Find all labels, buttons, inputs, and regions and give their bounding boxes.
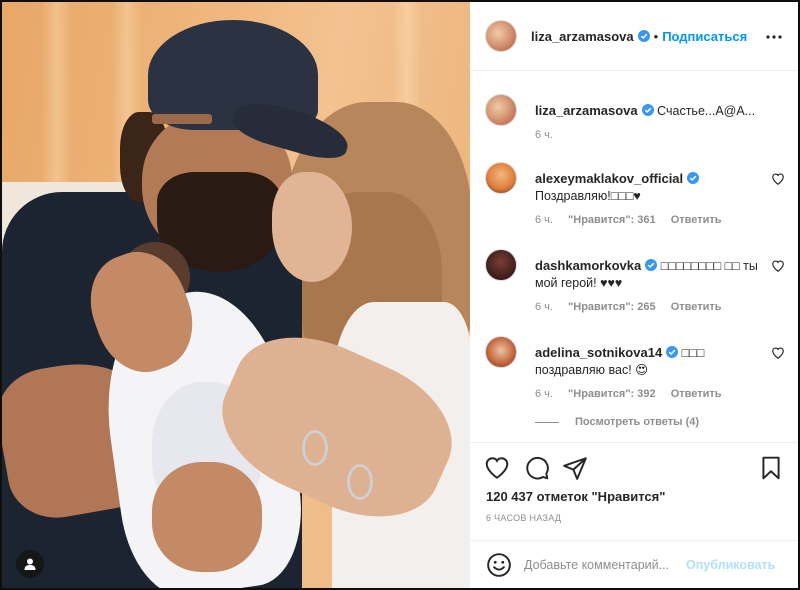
post-side-panel: liza_arzamasova • Подписаться liza_arzam… [470, 2, 798, 588]
comment-item: alexeymaklakov_official Поздравляю!□□□♥ … [485, 162, 785, 232]
add-comment-bar: Опубликовать [470, 540, 798, 588]
replies-divider [535, 421, 559, 423]
comment-time: 6 ч. [535, 388, 553, 400]
comment-input[interactable] [524, 557, 682, 572]
post-timestamp[interactable]: 6 ЧАСОВ НАЗАД [486, 513, 561, 523]
photo-bracelet [347, 464, 373, 500]
publish-button[interactable]: Опубликовать [686, 558, 775, 572]
curtain-fold [42, 2, 72, 202]
tagged-users-button[interactable] [16, 550, 44, 578]
comment-time: 6 ч. [535, 301, 553, 313]
caption-username[interactable]: liza_arzamasova [535, 103, 638, 118]
comment-body: Поздравляю!□□□♥ [535, 189, 641, 203]
user-tag-icon [24, 558, 36, 570]
author-avatar[interactable] [485, 94, 517, 126]
comment-likes[interactable]: "Нравится": 361 [568, 214, 656, 226]
comment-icon[interactable] [524, 455, 550, 481]
author-username[interactable]: liza_arzamasova [531, 29, 634, 44]
commenter-username[interactable]: alexeymaklakov_official [535, 171, 683, 186]
post-caption: liza_arzamasova Счастье...A@A... 6 ч. [485, 94, 785, 154]
photo-bracelet [302, 430, 328, 466]
photo-cap-strap [152, 114, 212, 124]
view-replies-button[interactable]: Посмотреть ответы (4) [535, 416, 699, 428]
comment-heart-icon[interactable] [771, 346, 785, 360]
paper-plane-icon[interactable] [562, 455, 588, 481]
bookmark-icon[interactable] [758, 455, 784, 481]
commenter-avatar[interactable] [485, 336, 517, 368]
emoji-icon[interactable] [486, 552, 512, 578]
post-modal: liza_arzamasova • Подписаться liza_arzam… [0, 0, 800, 590]
comment-heart-icon[interactable] [771, 259, 785, 273]
post-actions: 120 437 отметок "Нравится" 6 ЧАСОВ НАЗАД [470, 442, 798, 540]
photo-woman-face [272, 172, 352, 282]
author-avatar[interactable] [485, 20, 517, 52]
likes-count[interactable]: 120 437 отметок "Нравится" [486, 489, 665, 504]
more-options-button[interactable] [762, 25, 786, 49]
caption-time: 6 ч. [535, 129, 553, 141]
reply-button[interactable]: Ответить [671, 301, 722, 313]
post-header: liza_arzamasova • Подписаться [470, 2, 798, 71]
reply-button[interactable]: Ответить [671, 214, 722, 226]
commenter-username[interactable]: adelina_sotnikova14 [535, 345, 662, 360]
follow-button[interactable]: Подписаться [662, 29, 747, 44]
caption-text: liza_arzamasova Счастье...A@A... [535, 102, 763, 120]
comment-likes[interactable]: "Нравится": 392 [568, 388, 656, 400]
comment-time: 6 ч. [535, 214, 553, 226]
caption-meta: 6 ч. [535, 129, 565, 141]
heart-icon[interactable] [484, 455, 510, 481]
comment-meta: 6 ч. "Нравится": 392 Ответить [535, 388, 734, 400]
verified-badge-icon [641, 104, 654, 116]
post-photo[interactable] [2, 2, 470, 588]
caption-body: Счастье...A@A... [657, 104, 756, 118]
comment-meta: 6 ч. "Нравится": 265 Ответить [535, 301, 734, 313]
photo-man-hand [152, 462, 262, 572]
comment-item: dashkamorkovka □□□□□□□□ □□ ты мой герой!… [485, 249, 785, 319]
more-options-icon [766, 35, 782, 39]
comments-list[interactable]: liza_arzamasova Счастье...A@A... 6 ч. al… [470, 72, 798, 440]
comment-text: alexeymaklakov_official Поздравляю!□□□♥ [535, 170, 763, 205]
header-separator: • [653, 28, 659, 44]
verified-badge-icon [666, 346, 679, 358]
comment-meta: 6 ч. "Нравится": 361 Ответить [535, 214, 734, 226]
verified-badge-icon [637, 30, 650, 42]
view-replies-label: Посмотреть ответы (4) [575, 416, 700, 428]
comment-text: dashkamorkovka □□□□□□□□ □□ ты мой герой!… [535, 257, 763, 292]
comment-item: adelina_sotnikova14 □□□ поздравляю вас! … [485, 336, 785, 406]
reply-button[interactable]: Ответить [671, 388, 722, 400]
commenter-username[interactable]: dashkamorkovka [535, 258, 641, 273]
commenter-avatar[interactable] [485, 249, 517, 281]
verified-badge-icon [687, 172, 700, 184]
commenter-avatar[interactable] [485, 162, 517, 194]
verified-badge-icon [645, 259, 658, 271]
comment-heart-icon[interactable] [771, 172, 785, 186]
comment-likes[interactable]: "Нравится": 265 [568, 301, 656, 313]
comment-text: adelina_sotnikova14 □□□ поздравляю вас! … [535, 344, 763, 379]
